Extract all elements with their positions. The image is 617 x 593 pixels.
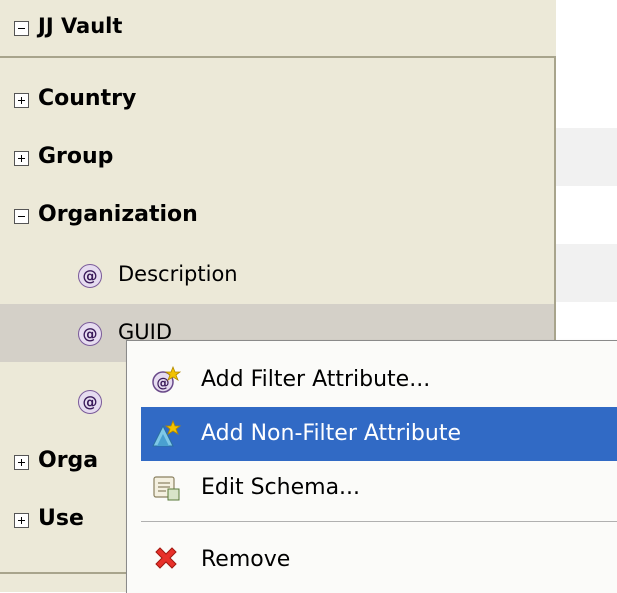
menu-item-label: Edit Schema...: [201, 475, 361, 500]
expand-icon[interactable]: [14, 93, 29, 108]
remove-icon: [155, 547, 177, 569]
root-label: JJ Vault: [38, 14, 123, 38]
context-menu: @ Add Filter Attribute... Add Non-Filter…: [126, 340, 617, 593]
attribute-label: Description: [118, 262, 238, 286]
expand-icon[interactable]: [14, 455, 29, 470]
collapse-icon[interactable]: [14, 209, 29, 224]
tree-item-country[interactable]: Country: [0, 72, 554, 130]
menu-item-add-non-filter-attribute[interactable]: Add Non-Filter Attribute: [141, 407, 617, 461]
svg-text:@: @: [157, 376, 170, 391]
tree-item-label: Orga: [38, 448, 99, 473]
details-stripe: [556, 244, 617, 302]
tree-item-label: Group: [38, 144, 114, 169]
collapse-icon[interactable]: [14, 21, 29, 36]
menu-separator: [141, 521, 617, 522]
menu-item-label: Remove: [201, 547, 291, 572]
at-sign-attribute-icon: @: [78, 322, 102, 346]
tree-item-group[interactable]: Group: [0, 130, 554, 188]
attribute-item-description[interactable]: @ Description: [0, 246, 554, 304]
tree-header-root[interactable]: JJ Vault: [0, 0, 556, 58]
tree-item-label: Use: [38, 506, 84, 531]
menu-item-label: Add Filter Attribute...: [201, 367, 431, 392]
edit-schema-icon: [153, 476, 180, 501]
at-sign-attribute-icon: @: [78, 264, 102, 288]
menu-item-label: Add Non-Filter Attribute: [201, 421, 462, 446]
menu-item-add-filter-attribute[interactable]: @ Add Filter Attribute...: [141, 353, 617, 407]
menu-item-remove[interactable]: Remove: [141, 533, 617, 587]
tree-item-label: Country: [38, 86, 137, 111]
at-sign-attribute-icon: @: [78, 390, 102, 414]
tree-item-label: Organization: [38, 202, 198, 227]
tree-item-organization[interactable]: Organization: [0, 188, 554, 246]
add-filter-attribute-icon: @: [152, 366, 181, 393]
menu-item-edit-schema[interactable]: Edit Schema...: [141, 461, 617, 515]
details-stripe: [556, 128, 617, 186]
expand-icon[interactable]: [14, 151, 29, 166]
expand-icon[interactable]: [14, 513, 29, 528]
add-non-filter-attribute-icon: [152, 420, 181, 447]
